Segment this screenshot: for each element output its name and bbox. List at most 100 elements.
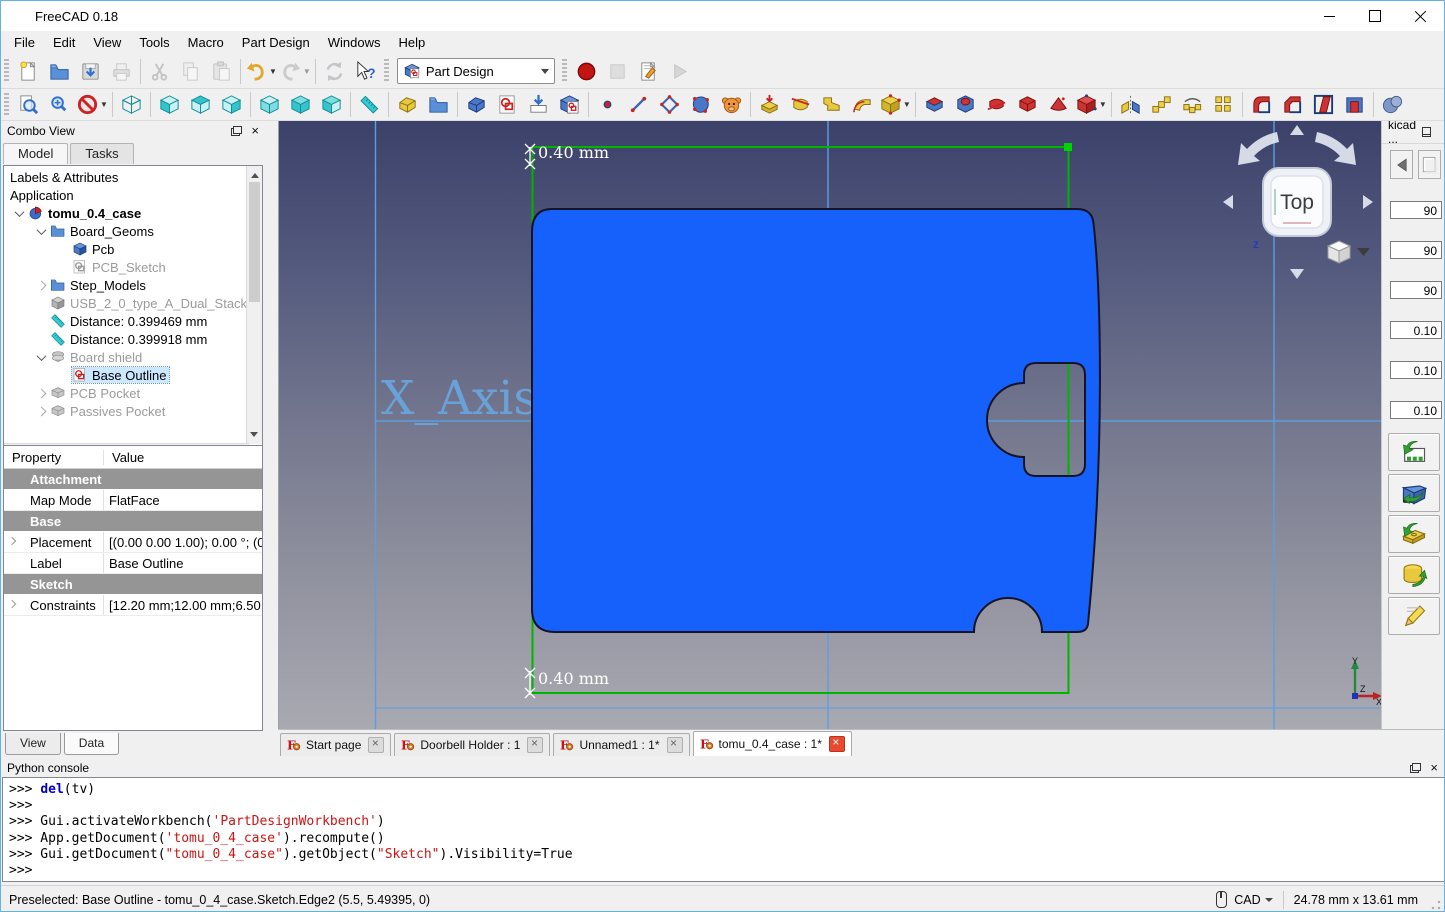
- load-footprint-button[interactable]: [1388, 433, 1440, 471]
- open-file-button[interactable]: [44, 56, 75, 86]
- fillet-button[interactable]: [1246, 90, 1277, 120]
- thickness-button[interactable]: [1339, 90, 1370, 120]
- view-left-button[interactable]: [316, 90, 347, 120]
- close-panel-icon[interactable]: ×: [251, 126, 259, 136]
- hole-button[interactable]: [950, 90, 981, 120]
- save-file-button[interactable]: [75, 56, 106, 86]
- collapse-icon[interactable]: [36, 351, 46, 361]
- float-panel-icon[interactable]: [1422, 127, 1431, 137]
- mirrored-button[interactable]: [1115, 90, 1146, 120]
- revolution-button[interactable]: [785, 90, 816, 120]
- menu-view[interactable]: View: [84, 32, 130, 53]
- menu-edit[interactable]: Edit: [44, 32, 84, 53]
- resize-grip[interactable]: [1431, 900, 1441, 910]
- tree-item-board-shield[interactable]: Board shield: [6, 348, 246, 366]
- float-panel-icon[interactable]: [231, 126, 242, 136]
- navigation-mode-dropdown[interactable]: CAD: [1234, 893, 1272, 907]
- python-console[interactable]: >>> del(tv)>>>>>> Gui.activateWorkbench(…: [2, 777, 1445, 882]
- tree-item-distance-0-399918-mm[interactable]: Distance: 0.399918 mm: [6, 330, 246, 348]
- chamfer-button[interactable]: [1277, 90, 1308, 120]
- tree-item-distance-0-399469-mm[interactable]: Distance: 0.399469 mm: [6, 312, 246, 330]
- combo-tab-model[interactable]: Model: [3, 143, 68, 164]
- subtractive-primitive-button[interactable]: ▼: [1074, 90, 1108, 120]
- additive-primitive-button[interactable]: ▼: [878, 90, 912, 120]
- close-button[interactable]: [1398, 1, 1444, 31]
- tilt-up-arrow[interactable]: [1290, 125, 1304, 135]
- draw-style-button[interactable]: ▼: [75, 90, 109, 120]
- tilt-down-arrow[interactable]: [1290, 269, 1304, 279]
- property-row-placement[interactable]: Placement[(0.00 0.00 1.00); 0.00 °; (0..…: [4, 532, 262, 553]
- nav-mini-cube[interactable]: [1328, 241, 1350, 263]
- external-geometry-button[interactable]: [685, 90, 716, 120]
- maximize-button[interactable]: [1352, 1, 1398, 31]
- load-parts-button[interactable]: [1388, 474, 1440, 512]
- navigation-cube[interactable]: Top z: [1217, 123, 1379, 281]
- fit-all-button[interactable]: [13, 90, 44, 120]
- edit-sketch-button[interactable]: [523, 90, 554, 120]
- measure-distance-button[interactable]: [354, 90, 385, 120]
- create-body-button[interactable]: [461, 90, 492, 120]
- menu-tools[interactable]: Tools: [130, 32, 178, 53]
- collapse-icon[interactable]: [36, 225, 46, 235]
- property-tab-view[interactable]: View: [5, 733, 61, 755]
- create-part-button[interactable]: [392, 90, 423, 120]
- close-tab-icon[interactable]: [368, 737, 384, 753]
- tree-item-usb-2-0-type-a-dual-stacked-jac[interactable]: USB_2_0_type_A_Dual_Stacked_jac: [6, 294, 246, 312]
- collapse-icon[interactable]: [14, 207, 24, 217]
- subtractive-pipe-button[interactable]: [1043, 90, 1074, 120]
- menu-help[interactable]: Help: [389, 32, 434, 53]
- additive-loft-button[interactable]: [816, 90, 847, 120]
- boolean-operation-button[interactable]: [1377, 90, 1408, 120]
- create-group-button[interactable]: [423, 90, 454, 120]
- polar-pattern-button[interactable]: [1177, 90, 1208, 120]
- rotate-east-arrow[interactable]: [1363, 195, 1373, 209]
- workbench-selector[interactable]: Part Design: [397, 58, 555, 84]
- view-right-button[interactable]: [216, 90, 247, 120]
- zoom-selection-button[interactable]: [44, 90, 75, 120]
- undo-button[interactable]: ▼: [244, 56, 278, 86]
- export-board-button[interactable]: [1388, 515, 1440, 553]
- carbon-copy-button[interactable]: [716, 90, 747, 120]
- tree-item-base-outline[interactable]: Base Outline: [6, 366, 246, 384]
- tree-item-passives-pocket[interactable]: Passives Pocket: [6, 402, 246, 420]
- multi-transform-button[interactable]: [1208, 90, 1239, 120]
- view-axonometric-button[interactable]: [116, 90, 147, 120]
- nav-menu-arrow[interactable]: [1357, 248, 1370, 256]
- float-panel-icon[interactable]: [1410, 763, 1421, 773]
- tree-item-tomu-0-4-case[interactable]: tomu_0.4_case: [6, 204, 246, 222]
- page-button[interactable]: [1418, 150, 1441, 179]
- whats-this-button[interactable]: ?: [350, 56, 381, 86]
- document-tab-start-page[interactable]: FStart page: [280, 733, 391, 756]
- property-row-label[interactable]: LabelBase Outline: [4, 553, 262, 574]
- sketch-point-button[interactable]: [592, 90, 623, 120]
- rotate-left-arrow[interactable]: [1238, 132, 1279, 165]
- menu-windows[interactable]: Windows: [319, 32, 390, 53]
- subtractive-loft-button[interactable]: [1012, 90, 1043, 120]
- document-tab-unnamed1-1[interactable]: FUnnamed1 : 1*: [553, 733, 689, 756]
- property-tab-data[interactable]: Data: [64, 733, 119, 755]
- kicad-param-field-4[interactable]: [1390, 321, 1442, 339]
- tree-vertical-scrollbar[interactable]: [246, 166, 262, 444]
- expand-icon[interactable]: [36, 406, 46, 416]
- kicad-param-field-3[interactable]: [1390, 281, 1442, 299]
- document-tab-tomu-0-4-case-1[interactable]: Ftomu_0.4_case : 1*: [693, 731, 852, 756]
- new-file-button[interactable]: [13, 56, 44, 86]
- menu-part-design[interactable]: Part Design: [233, 32, 319, 53]
- close-tab-icon[interactable]: [527, 737, 543, 753]
- view-front-button[interactable]: [154, 90, 185, 120]
- edit-button[interactable]: [1388, 597, 1440, 635]
- tree-root-application[interactable]: Application: [6, 186, 246, 204]
- tree-item-pcb-pocket[interactable]: PCB Pocket: [6, 384, 246, 402]
- property-value[interactable]: Base Outline: [104, 556, 262, 571]
- expand-icon[interactable]: [36, 388, 46, 398]
- close-tab-icon[interactable]: [829, 736, 845, 752]
- create-sketch-button[interactable]: [492, 90, 523, 120]
- linear-pattern-button[interactable]: [1146, 90, 1177, 120]
- view-top-button[interactable]: [185, 90, 216, 120]
- close-tab-icon[interactable]: [667, 737, 683, 753]
- property-value[interactable]: FlatFace: [104, 493, 262, 508]
- macro-edit-button[interactable]: [633, 56, 664, 86]
- back-button[interactable]: [1390, 150, 1413, 179]
- rotate-right-arrow[interactable]: [1315, 132, 1356, 165]
- rotate-west-arrow[interactable]: [1223, 195, 1233, 209]
